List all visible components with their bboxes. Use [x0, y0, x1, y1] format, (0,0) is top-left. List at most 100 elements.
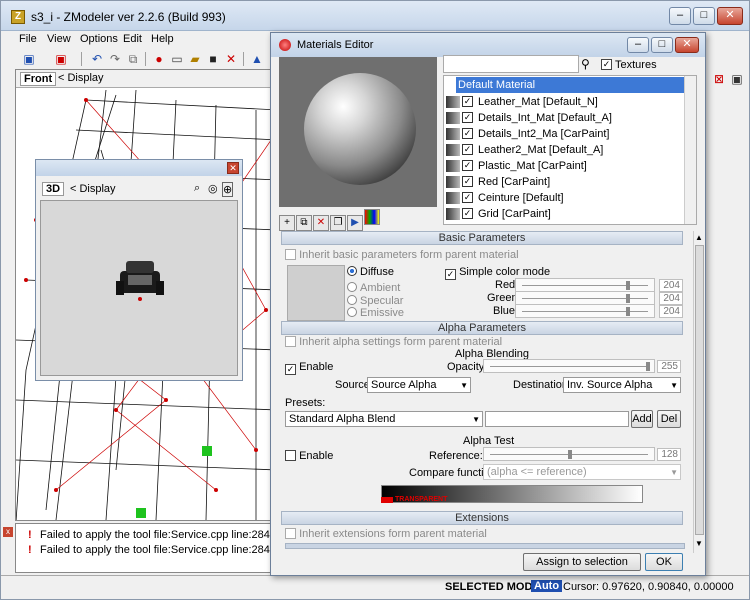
- material-checkbox[interactable]: ✓: [462, 208, 473, 219]
- me-maximize-button[interactable]: □: [651, 37, 673, 53]
- orbit-icon[interactable]: ◎: [208, 182, 218, 195]
- menu-view[interactable]: View: [47, 33, 71, 45]
- menu-options[interactable]: Options: [80, 33, 118, 45]
- specular-radio-row[interactable]: Specular: [347, 295, 403, 307]
- me-close-button[interactable]: ✕: [675, 37, 699, 53]
- binoculars-icon[interactable]: ⚲: [581, 57, 590, 71]
- inherit-extensions-row[interactable]: Inherit extensions form parent material: [285, 528, 487, 540]
- material-checkbox[interactable]: ✓: [462, 112, 473, 123]
- log-row[interactable]: ! Failed to apply the tool file:Service.…: [28, 529, 270, 541]
- reference-value[interactable]: 128: [657, 448, 681, 461]
- record-icon[interactable]: ●: [151, 51, 167, 67]
- minimize-button[interactable]: ‒: [669, 7, 691, 25]
- green-slider[interactable]: [515, 291, 655, 305]
- alpha-blend-enable-row[interactable]: ✓ Enable: [285, 361, 333, 375]
- me-minimize-button[interactable]: ‒: [627, 37, 649, 53]
- diffuse-radio[interactable]: [347, 266, 357, 276]
- simple-color-mode-checkbox[interactable]: ✓: [445, 269, 456, 280]
- menu-help[interactable]: Help: [151, 33, 174, 45]
- diffuse-color-swatch[interactable]: [287, 265, 345, 321]
- copy-material-icon[interactable]: ❐: [330, 215, 346, 231]
- extensions-header[interactable]: Extensions: [281, 511, 683, 525]
- mini-viewport-display-menu[interactable]: < Display: [70, 183, 116, 195]
- presets-select[interactable]: Standard Alpha Blend ▼: [285, 411, 483, 427]
- scroll-down-icon[interactable]: ▼: [695, 539, 703, 548]
- open-icon[interactable]: ▣: [53, 51, 69, 67]
- material-checkbox[interactable]: ✓: [462, 192, 473, 203]
- mini-close-button[interactable]: ✕: [227, 162, 239, 174]
- redo-icon[interactable]: ↷: [107, 51, 123, 67]
- material-item-selected[interactable]: Default Material: [456, 77, 686, 93]
- save-icon[interactable]: ■: [205, 51, 221, 67]
- page-icon[interactable]: ▭: [169, 51, 185, 67]
- textures-checkbox[interactable]: ✓: [601, 59, 612, 70]
- scroll-thumb[interactable]: [695, 245, 704, 535]
- basic-parameters-header[interactable]: Basic Parameters: [281, 231, 683, 245]
- zoom-icon[interactable]: ⌕: [194, 182, 200, 195]
- viewport-display-menu[interactable]: < Display: [58, 72, 104, 84]
- menu-edit[interactable]: Edit: [123, 33, 142, 45]
- blue-slider[interactable]: [515, 304, 655, 318]
- play-icon[interactable]: ▶: [347, 215, 363, 231]
- alpha-blend-enable-checkbox[interactable]: ✓: [285, 364, 296, 375]
- opacity-slider[interactable]: [483, 359, 655, 373]
- source-select[interactable]: Source Alpha ▼: [367, 377, 471, 393]
- scroll-up-icon[interactable]: ▲: [695, 233, 703, 242]
- destination-select[interactable]: Inv. Source Alpha ▼: [563, 377, 681, 393]
- delete-preset-button[interactable]: Del: [657, 410, 681, 428]
- undo-icon[interactable]: ↶: [89, 51, 105, 67]
- material-search-input[interactable]: [443, 55, 579, 73]
- delete-material-icon[interactable]: ✕: [313, 215, 329, 231]
- new-icon[interactable]: ▣: [21, 51, 37, 67]
- duplicate-material-icon[interactable]: ⧉: [296, 215, 312, 231]
- alpha-test-enable-checkbox[interactable]: [285, 450, 296, 461]
- material-list-scrollbar[interactable]: [684, 76, 696, 224]
- mini-viewport-name[interactable]: 3D: [42, 182, 65, 196]
- material-checkbox[interactable]: ✓: [462, 160, 473, 171]
- add-preset-button[interactable]: Add: [631, 410, 653, 428]
- viewport-name[interactable]: Front: [20, 72, 57, 86]
- ok-button[interactable]: OK: [645, 553, 683, 571]
- cross-icon[interactable]: ⊠: [711, 71, 727, 87]
- maximize-button[interactable]: □: [693, 7, 715, 25]
- reference-slider[interactable]: [483, 447, 655, 461]
- red-slider[interactable]: [515, 278, 655, 292]
- alpha-parameters-header[interactable]: Alpha Parameters: [281, 321, 683, 335]
- log-row[interactable]: ! Failed to apply the tool file:Service.…: [28, 544, 270, 556]
- emissive-radio[interactable]: [347, 307, 357, 317]
- preset-name-input[interactable]: [485, 411, 629, 427]
- specular-radio[interactable]: [347, 295, 357, 305]
- material-checkbox[interactable]: ✓: [462, 144, 473, 155]
- triangle-icon[interactable]: ▲: [249, 51, 265, 67]
- ambient-radio-row[interactable]: Ambient: [347, 282, 400, 294]
- inherit-basic-checkbox[interactable]: [285, 249, 296, 260]
- diffuse-radio-row[interactable]: Diffuse: [347, 266, 394, 278]
- viewport-icon[interactable]: ▣: [729, 71, 745, 87]
- menu-file[interactable]: File: [19, 33, 37, 45]
- opacity-value[interactable]: 255: [657, 360, 681, 373]
- folder-icon[interactable]: ▰: [187, 51, 203, 67]
- new-material-icon[interactable]: +: [279, 215, 295, 231]
- inherit-alpha-checkbox[interactable]: [285, 336, 296, 347]
- copy-icon[interactable]: ⧉: [125, 51, 141, 67]
- green-value[interactable]: 204: [659, 292, 683, 305]
- alpha-test-enable-row[interactable]: Enable: [285, 450, 333, 462]
- compare-function-select[interactable]: (alpha <= reference) ▼: [483, 464, 681, 480]
- materials-editor-scrollbar[interactable]: ▲ ▼: [693, 231, 705, 553]
- material-checkbox[interactable]: ✓: [462, 176, 473, 187]
- mini-viewport-canvas[interactable]: [40, 200, 238, 376]
- material-checkbox[interactable]: ✓: [462, 128, 473, 139]
- red-value[interactable]: 204: [659, 279, 683, 292]
- log-close-button[interactable]: x: [3, 527, 13, 537]
- emissive-radio-row[interactable]: Emissive: [347, 307, 404, 319]
- assign-to-selection-button[interactable]: Assign to selection: [523, 553, 641, 571]
- delete-icon[interactable]: ✕: [223, 51, 239, 67]
- material-checkbox[interactable]: ✓: [462, 96, 473, 107]
- inherit-basic-row[interactable]: Inherit basic parameters form parent mat…: [285, 249, 519, 261]
- close-button[interactable]: ✕: [717, 7, 743, 25]
- ambient-radio[interactable]: [347, 282, 357, 292]
- fit-icon[interactable]: ⊕: [222, 182, 234, 197]
- status-auto-badge[interactable]: Auto: [531, 580, 563, 592]
- inherit-alpha-row[interactable]: Inherit alpha settings form parent mater…: [285, 336, 502, 348]
- blue-value[interactable]: 204: [659, 305, 683, 318]
